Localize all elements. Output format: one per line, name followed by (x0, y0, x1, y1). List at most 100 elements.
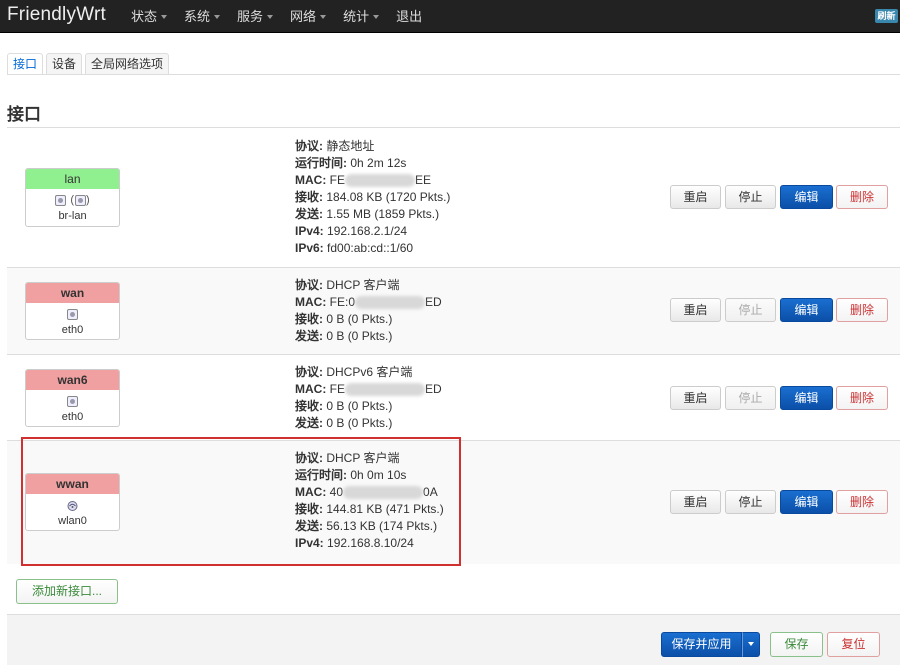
interface-row-wan: wan eth0 协议: DHCP 客户端 MAC: FE:0 ED 接收: 0 … (7, 267, 900, 354)
interface-name: wan (26, 283, 119, 303)
menu-services[interactable]: 服务 (237, 0, 274, 33)
tab-devices[interactable]: 设备 (46, 53, 83, 75)
menu-logout[interactable]: 退出 (396, 0, 422, 33)
menu-network[interactable]: 网络 (290, 0, 327, 33)
tx-value: 1.55 MB (1859 Pkts.) (326, 207, 440, 221)
interface-name: wan6 (26, 370, 119, 390)
edit-button[interactable]: 编辑 (780, 386, 833, 410)
chevron-down-icon (320, 14, 327, 19)
save-apply-dropdown[interactable] (742, 632, 760, 657)
interface-card-wan: wan eth0 (25, 282, 120, 340)
menu-statistics[interactable]: 统计 (343, 0, 380, 33)
interface-info-lan: 协议: 静态地址 运行时间: 0h 2m 12s MAC: FE EE 接收: 1… (295, 138, 450, 257)
menu-status[interactable]: 状态 (131, 0, 168, 33)
interface-device: eth0 (61, 411, 84, 423)
mac-redacted (345, 174, 416, 188)
restart-button[interactable]: 重启 (670, 298, 721, 322)
chevron-down-icon (373, 14, 380, 19)
interface-icons (26, 306, 119, 322)
stop-button[interactable]: 停止 (725, 386, 776, 410)
interface-device: eth0 (61, 324, 84, 336)
refresh-badge[interactable]: 刷新 (875, 9, 898, 23)
tab-divider (7, 74, 900, 75)
add-interface-button[interactable]: 添加新接口... (16, 579, 118, 604)
ipv6-label: IPv6: (295, 241, 324, 255)
interface-card-wan6: wan6 eth0 (25, 369, 120, 427)
save-button[interactable]: 保存 (770, 632, 823, 657)
rx-label: 接收: (295, 190, 323, 204)
mac-redacted (355, 296, 426, 310)
menu-services-label: 服务 (237, 8, 264, 24)
tab-global-network-options[interactable]: 全局网络选项 (85, 53, 170, 75)
rx-value: 0 B (0 Pkts.) (326, 399, 393, 413)
mac-suffix: EE (415, 173, 432, 187)
stop-button[interactable]: 停止 (725, 298, 776, 322)
tx-value: 0 B (0 Pkts.) (326, 329, 393, 343)
protocol-value: 静态地址 (326, 139, 375, 153)
interface-icons (26, 393, 119, 409)
uptime-label: 运行时间: (295, 156, 347, 170)
ethernet-port-icon (75, 194, 87, 206)
brand-logo[interactable]: FriendlyWrt (7, 4, 106, 26)
tx-label: 发送: (295, 207, 323, 221)
edit-button[interactable]: 编辑 (780, 490, 833, 514)
interface-device: br-lan (58, 210, 87, 222)
restart-button[interactable]: 重启 (670, 386, 721, 410)
tab-interfaces[interactable]: 接口 (7, 53, 44, 75)
protocol-value: DHCP 客户端 (326, 278, 400, 292)
menu-network-label: 网络 (290, 8, 317, 24)
rx-value: 184.08 KB (1720 Pkts.) (326, 190, 451, 204)
menu-system-label: 系统 (184, 8, 211, 24)
interface-info-wan: 协议: DHCP 客户端 MAC: FE:0 ED 接收: 0 B (0 Pkts… (295, 277, 442, 345)
chevron-down-icon (748, 642, 754, 646)
rx-label: 接收: (295, 312, 323, 326)
menu-statistics-label: 统计 (343, 8, 370, 24)
stop-button[interactable]: 停止 (725, 185, 776, 209)
protocol-label: 协议: (295, 365, 323, 379)
mac-prefix: FE (329, 173, 346, 187)
mac-redacted (345, 383, 426, 397)
chevron-down-icon (214, 14, 221, 19)
edit-button[interactable]: 编辑 (780, 185, 833, 209)
ipv4-label: IPv4: (295, 224, 324, 238)
mac-label: MAC: (295, 295, 327, 309)
tx-label: 发送: (295, 329, 323, 343)
bridge-icon (55, 194, 67, 206)
interface-info-wan6: 协议: DHCPv6 客户端 MAC: FE ED 接收: 0 B (0 Pkts… (295, 364, 442, 432)
restart-button[interactable]: 重启 (670, 490, 721, 514)
edit-button[interactable]: 编辑 (780, 298, 833, 322)
interface-row-wan6: wan6 eth0 协议: DHCPv6 客户端 MAC: FE ED 接收: 0… (7, 354, 900, 440)
rx-value: 0 B (0 Pkts.) (326, 312, 393, 326)
protocol-label: 协议: (295, 139, 323, 153)
mac-prefix: FE (329, 382, 346, 396)
menu-logout-label: 退出 (396, 8, 423, 24)
delete-button[interactable]: 删除 (836, 298, 888, 322)
mac-suffix: ED (425, 295, 442, 309)
interface-name: lan (26, 169, 119, 189)
delete-button[interactable]: 删除 (836, 185, 888, 209)
stop-button[interactable]: 停止 (725, 490, 776, 514)
delete-button[interactable]: 删除 (836, 386, 888, 410)
menu-system[interactable]: 系统 (184, 0, 221, 33)
main-menu: 状态 系统 服务 网络 统计 退出 (131, 0, 439, 33)
page-title: 接口 (7, 105, 41, 124)
delete-button[interactable]: 删除 (836, 490, 888, 514)
tab-bar: 接口 设备 全局网络选项 (7, 53, 172, 75)
ipv6-value: fd00:ab:cd::1/60 (327, 241, 414, 255)
interface-card-lan: lan () br-lan (25, 168, 120, 227)
chevron-down-icon (161, 14, 168, 19)
uptime-value: 0h 2m 12s (350, 156, 407, 170)
menu-status-label: 状态 (131, 8, 158, 24)
protocol-value: DHCPv6 客户端 (326, 365, 413, 379)
ethernet-port-icon (67, 308, 78, 320)
highlight-annotation (21, 437, 461, 566)
reset-button[interactable]: 复位 (827, 632, 880, 657)
action-footer: 保存并应用 保存 复位 (7, 614, 900, 665)
interface-icons: () (26, 192, 119, 208)
ipv4-value: 192.168.2.1/24 (327, 224, 408, 238)
mac-suffix: ED (425, 382, 442, 396)
interface-row-lan: lan () br-lan 协议: 静态地址 运行时间: 0h 2m 12s M… (7, 127, 900, 267)
ethernet-port-icon (67, 395, 78, 407)
save-apply-button[interactable]: 保存并应用 (661, 632, 742, 657)
restart-button[interactable]: 重启 (670, 185, 721, 209)
